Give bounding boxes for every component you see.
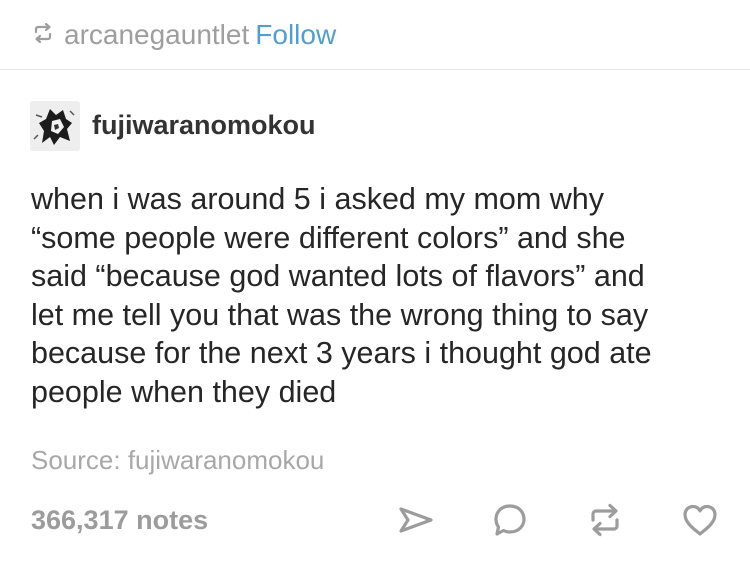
post-author[interactable]: fujiwaranomokou (92, 109, 316, 141)
like-icon[interactable] (680, 500, 720, 540)
post-body-line: said “because god wanted lots of flavors… (31, 259, 645, 293)
post-body-line: because for the next 3 years i thought g… (31, 336, 652, 370)
reblog-icon[interactable] (585, 500, 625, 540)
reblog-icon (32, 22, 54, 44)
reblogger-line: arcanegauntlet Follow (64, 18, 336, 52)
post-body-line: “some people were different colors” and … (31, 220, 626, 255)
post-body-line: when i was around 5 i asked my mom why (31, 182, 604, 216)
follow-button[interactable]: Follow (255, 19, 336, 50)
reblogger-name[interactable]: arcanegauntlet (64, 19, 249, 50)
share-icon[interactable] (396, 500, 436, 540)
reblog-header: arcanegauntlet Follow (0, 0, 750, 70)
source-link[interactable]: Source: fujiwaranomokou (31, 444, 324, 476)
post-body: when i was around 5 i asked my mom why “… (31, 180, 721, 411)
reply-icon[interactable] (490, 500, 530, 540)
post-body-line: let me tell you that was the wrong thing… (31, 297, 649, 332)
notes-count[interactable]: 366,317 notes (31, 504, 208, 536)
post-body-line: people when they died (31, 374, 337, 409)
avatar[interactable] (30, 101, 80, 151)
